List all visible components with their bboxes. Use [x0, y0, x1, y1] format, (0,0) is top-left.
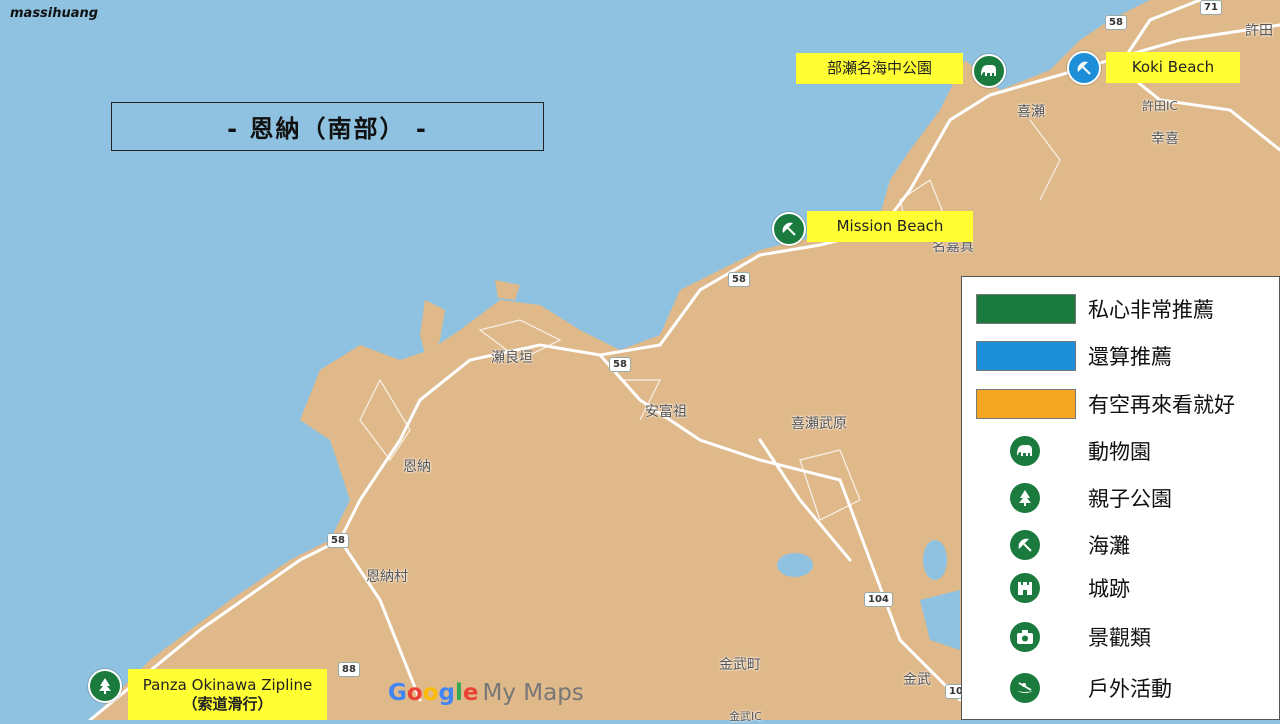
town-label: 金武町 — [719, 657, 761, 673]
beach-umbrella-icon[interactable] — [1067, 51, 1101, 85]
legend-label: 有空再來看就好 — [1088, 393, 1235, 417]
legend-swatch-orange — [976, 389, 1076, 419]
legend-label: 親子公園 — [1088, 487, 1172, 511]
town-label: 安富祖 — [645, 404, 687, 420]
page-title: - 恩納（南部） - — [111, 102, 544, 151]
place-label-koki-beach[interactable]: Koki Beach — [1106, 52, 1240, 83]
legend-swatch-green — [976, 294, 1076, 324]
route-shield: 58 — [609, 357, 631, 372]
place-label-line: （索道滑行） — [182, 694, 273, 713]
legend-item: 景觀類 — [962, 617, 1280, 657]
route-shield: 58 — [728, 272, 750, 287]
legend-label: 戶外活動 — [1088, 677, 1172, 701]
legend-label: 動物園 — [1088, 440, 1151, 464]
google-my-maps-logo: Google My Maps — [388, 680, 584, 706]
castle-icon — [1010, 573, 1040, 603]
legend-swatch-blue — [976, 341, 1076, 371]
town-label: 許田IC — [1142, 99, 1178, 113]
town-label: 喜瀬武原 — [791, 416, 847, 432]
elephant-icon — [1010, 436, 1040, 466]
legend-item: 動物園 — [962, 431, 1280, 471]
route-shield: 58 — [1105, 15, 1127, 30]
kayak-icon — [1010, 673, 1040, 703]
legend-item: 海灘 — [962, 525, 1280, 565]
legend-label: 還算推薦 — [1088, 345, 1172, 369]
route-shield: 88 — [338, 662, 360, 677]
place-label-mission-beach[interactable]: Mission Beach — [807, 211, 973, 242]
route-shield: 71 — [1200, 0, 1222, 15]
legend-item: 親子公園 — [962, 478, 1280, 518]
town-label: 瀬良垣 — [491, 350, 533, 366]
town-label: 幸喜 — [1151, 131, 1179, 147]
place-label-line: Panza Okinawa Zipline — [142, 675, 313, 694]
town-label: 恩納 — [403, 459, 431, 475]
my-maps-text: My Maps — [482, 680, 584, 706]
town-label: 金武 — [903, 672, 931, 688]
map-legend: 私心非常推薦 還算推薦 有空再來看就好 動物園 親子公園 海灘 城跡 景觀類 戶… — [961, 276, 1280, 720]
tree-icon — [1010, 483, 1040, 513]
town-label: 許田 — [1245, 23, 1273, 39]
town-label: 喜瀬 — [1017, 104, 1045, 120]
legend-label: 城跡 — [1088, 577, 1130, 601]
town-label: 金武IC — [729, 710, 762, 723]
legend-item: 戶外活動 — [962, 668, 1280, 708]
place-label-panza-zipline[interactable]: Panza Okinawa Zipline （索道滑行） — [128, 669, 327, 720]
route-shield: 58 — [327, 533, 349, 548]
beach-umbrella-icon[interactable] — [772, 212, 806, 246]
camera-icon — [1010, 622, 1040, 652]
legend-item: 城跡 — [962, 568, 1280, 608]
legend-label: 景觀類 — [1088, 626, 1151, 650]
tree-icon[interactable] — [88, 669, 122, 703]
legend-item: 有空再來看就好 — [962, 384, 1280, 424]
place-label-bise-park[interactable]: 部瀬名海中公園 — [796, 53, 963, 84]
legend-item: 私心非常推薦 — [962, 289, 1280, 329]
elephant-icon[interactable] — [972, 54, 1006, 88]
beach-umbrella-icon — [1010, 530, 1040, 560]
legend-label: 海灘 — [1088, 534, 1130, 558]
legend-item: 還算推薦 — [962, 336, 1280, 376]
route-shield: 104 — [864, 592, 893, 607]
town-label: 恩納村 — [366, 569, 408, 585]
watermark: massihuang — [10, 6, 99, 21]
legend-label: 私心非常推薦 — [1088, 298, 1214, 322]
